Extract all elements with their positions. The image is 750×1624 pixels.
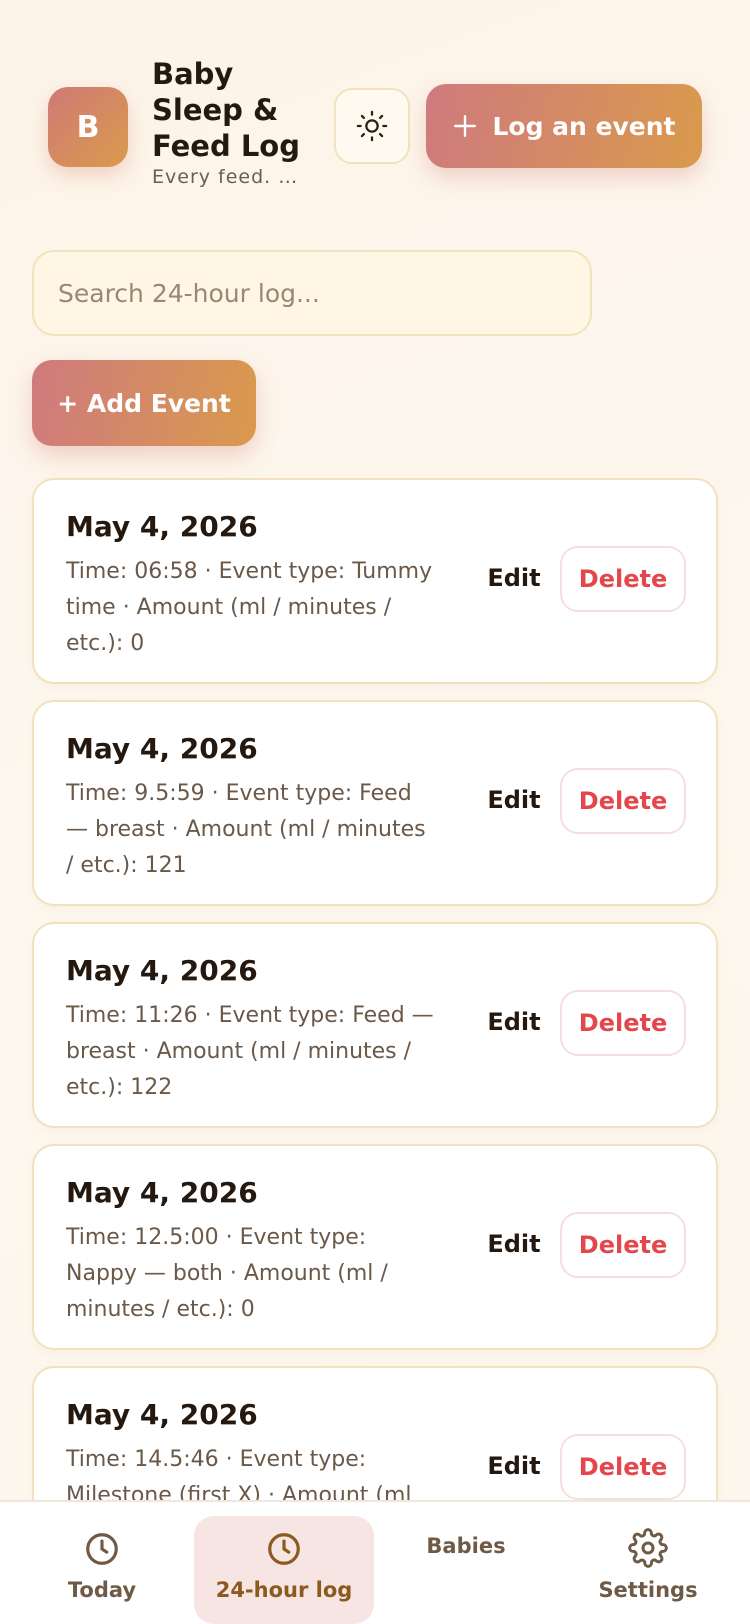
- edit-button[interactable]: Edit: [474, 546, 554, 610]
- delete-button[interactable]: Delete: [560, 990, 686, 1056]
- app-title: Baby Sleep & Feed Log: [152, 57, 300, 163]
- app-header: B Baby Sleep & Feed Log Every feed. … Lo…: [0, 52, 750, 202]
- clock-icon: [268, 1533, 300, 1565]
- nav-settings[interactable]: Settings: [558, 1516, 738, 1624]
- list-item: May 4, 2026 Time: 06:58 · Event type: Tu…: [32, 478, 718, 684]
- entry-date: May 4, 2026: [66, 732, 258, 765]
- entry-detail: Time: 11:26 · Event type: Feed — breast …: [66, 1003, 434, 1100]
- logo-letter: B: [76, 109, 100, 145]
- nav-today[interactable]: Today: [12, 1516, 192, 1624]
- plus-icon: [454, 115, 477, 137]
- sun-icon: [356, 110, 388, 142]
- nav-24-hour-log[interactable]: 24-hour log: [194, 1516, 374, 1624]
- nav-babies-label: Babies: [426, 1534, 506, 1558]
- event-list: May 4, 2026 Time: 06:58 · Event type: Tu…: [32, 478, 718, 1588]
- delete-button[interactable]: Delete: [560, 768, 686, 834]
- nav-babies[interactable]: Babies: [376, 1516, 556, 1624]
- log-event-label: Log an event: [492, 111, 676, 141]
- app-subtitle: Every feed. …: [152, 166, 299, 188]
- delete-button[interactable]: Delete: [560, 1434, 686, 1500]
- app-screen: B Baby Sleep & Feed Log Every feed. … Lo…: [0, 0, 750, 1624]
- gear-icon: [628, 1528, 668, 1568]
- log-event-button[interactable]: Log an event: [426, 84, 702, 168]
- edit-button[interactable]: Edit: [474, 1434, 554, 1498]
- list-item: May 4, 2026 Time: 11:26 · Event type: Fe…: [32, 922, 718, 1128]
- edit-button[interactable]: Edit: [474, 768, 554, 832]
- delete-button[interactable]: Delete: [560, 1212, 686, 1278]
- app-logo: B: [48, 87, 128, 167]
- entry-date: May 4, 2026: [66, 1398, 258, 1431]
- edit-button[interactable]: Edit: [474, 990, 554, 1054]
- entry-detail: Time: 9.5:59 · Event type: Feed — breast…: [66, 781, 426, 878]
- search-input[interactable]: [32, 250, 592, 336]
- delete-button[interactable]: Delete: [560, 546, 686, 612]
- entry-date: May 4, 2026: [66, 954, 258, 987]
- bottom-nav: Today 24-hour log Babies Settings: [0, 1500, 750, 1624]
- entry-detail: Time: 12.5:00 · Event type: Nappy — both…: [66, 1225, 388, 1322]
- add-event-label: + Add Event: [57, 388, 231, 418]
- theme-toggle-button[interactable]: [334, 88, 410, 164]
- entry-date: May 4, 2026: [66, 510, 258, 543]
- nav-24-hour-log-label: 24-hour log: [215, 1578, 353, 1602]
- list-item: May 4, 2026 Time: 9.5:59 · Event type: F…: [32, 700, 718, 906]
- nav-settings-label: Settings: [598, 1578, 698, 1602]
- list-item: May 4, 2026 Time: 12.5:00 · Event type: …: [32, 1144, 718, 1350]
- add-event-button[interactable]: + Add Event: [32, 360, 256, 446]
- nav-today-label: Today: [67, 1578, 137, 1602]
- entry-date: May 4, 2026: [66, 1176, 258, 1209]
- entry-detail: Time: 06:58 · Event type: Tummy time · A…: [66, 559, 433, 656]
- clock-icon: [86, 1533, 118, 1565]
- edit-button[interactable]: Edit: [474, 1212, 554, 1276]
